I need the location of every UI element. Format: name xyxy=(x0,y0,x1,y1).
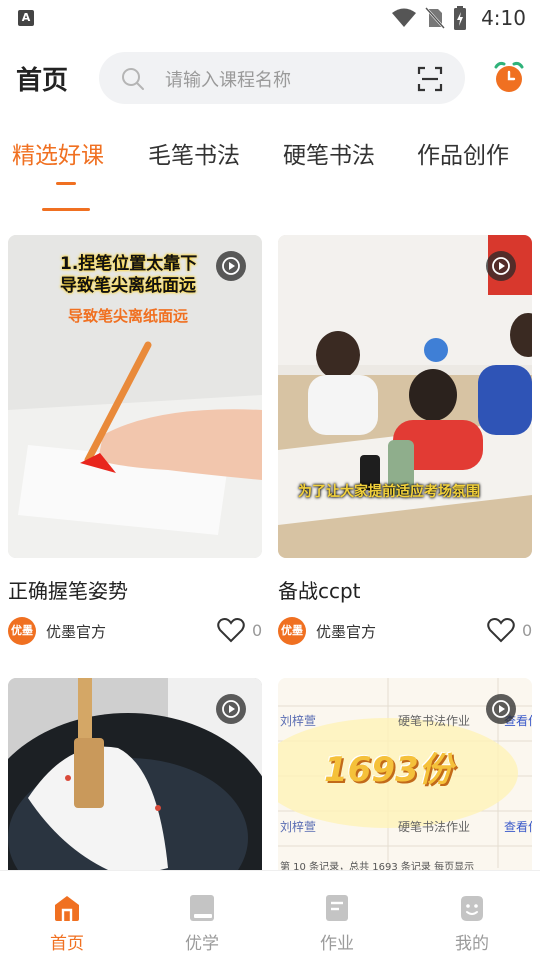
table-cell: 刘梓萱 xyxy=(280,820,317,834)
no-sim-icon xyxy=(425,7,446,29)
course-title[interactable]: 备战ccpt xyxy=(278,575,361,604)
video-play-icon xyxy=(486,694,516,724)
table-cell: 硬笔书法作业 xyxy=(398,820,471,834)
status-bar: A 4:10 xyxy=(0,0,540,36)
battery-icon xyxy=(454,6,467,30)
heart-icon[interactable] xyxy=(487,617,515,643)
header: 首页 请输入课程名称 xyxy=(0,50,540,106)
search-placeholder: 请输入课程名称 xyxy=(165,70,291,91)
course-card[interactable] xyxy=(8,678,262,870)
wifi-icon xyxy=(392,8,417,27)
nav-homework[interactable]: 作业 xyxy=(297,893,377,954)
table-cell: 查看作 xyxy=(504,820,532,834)
caption-line: 导致笔尖离纸面远 xyxy=(68,307,189,325)
course-card[interactable]: 1.捏笔位置太靠下 导致笔尖离纸面远 导致笔尖离纸面远 正确握笔姿势 优墨 优墨… xyxy=(8,235,262,645)
search-icon xyxy=(122,68,144,90)
avatar[interactable]: 优墨 xyxy=(278,617,306,645)
avatar[interactable]: 优墨 xyxy=(8,617,36,645)
nav-home[interactable]: 首页 xyxy=(27,893,107,954)
notification-icon: A xyxy=(18,10,34,26)
tab-pen-calligraphy[interactable]: 硬笔书法 xyxy=(283,136,375,170)
status-icons: 4:10 xyxy=(391,6,526,30)
nav-label: 作业 xyxy=(320,934,354,954)
homework-icon xyxy=(326,895,348,921)
profile-icon xyxy=(461,896,483,921)
course-card[interactable]: 刘梓萱 硬笔书法作业 查看作 刘梓萱 硬笔书法作业 查看作 1693份 第 10… xyxy=(278,678,532,870)
caption-line: 为了让大家提前适应考场氛围 xyxy=(298,484,480,500)
tab-active-dash xyxy=(56,182,76,185)
course-title[interactable]: 正确握笔姿势 xyxy=(8,575,128,604)
course-card[interactable]: 为了让大家提前适应考场氛围 备战ccpt 优墨 优墨官方 0 xyxy=(278,235,532,645)
nav-label: 优学 xyxy=(185,934,219,954)
category-tabs: 精选好课 毛笔书法 硬笔书法 作品创作 xyxy=(0,130,540,220)
course-thumbnail[interactable]: 为了让大家提前适应考场氛围 xyxy=(278,235,532,558)
page-title: 首页 xyxy=(16,66,69,96)
table-cell: 硬笔书法作业 xyxy=(398,714,471,728)
scan-icon[interactable] xyxy=(417,66,443,92)
video-play-icon xyxy=(216,694,246,724)
home-icon xyxy=(55,896,79,921)
table-cell: 刘梓萱 xyxy=(280,714,317,728)
book-icon xyxy=(190,895,214,921)
author-row: 优墨 优墨官方 0 xyxy=(8,617,262,647)
heart-icon[interactable] xyxy=(217,617,245,643)
tab-brush-calligraphy[interactable]: 毛笔书法 xyxy=(148,136,240,170)
tab-featured[interactable]: 精选好课 xyxy=(12,136,104,170)
search-input[interactable]: 请输入课程名称 xyxy=(99,52,465,104)
video-play-icon xyxy=(486,251,516,281)
nav-profile[interactable]: 我的 xyxy=(432,893,512,954)
course-thumbnail[interactable] xyxy=(8,678,262,870)
caption-line: 导致笔尖离纸面远 xyxy=(60,276,196,296)
status-time: 4:10 xyxy=(481,6,526,30)
thumbnail-image xyxy=(278,235,532,558)
table-footer: 第 10 条记录，总共 1693 条记录 每页显示 xyxy=(280,862,475,870)
course-thumbnail[interactable]: 1.捏笔位置太靠下 导致笔尖离纸面远 导致笔尖离纸面远 xyxy=(8,235,262,558)
author-name[interactable]: 优墨官方 xyxy=(46,621,106,642)
video-play-icon xyxy=(216,251,246,281)
nav-label: 首页 xyxy=(50,934,84,954)
like-count: 0 xyxy=(522,621,533,640)
tab-active-indicator xyxy=(42,208,90,211)
author-row: 优墨 优墨官方 0 xyxy=(278,617,532,647)
like-count: 0 xyxy=(252,621,263,640)
tab-works-creation[interactable]: 作品创作 xyxy=(417,136,509,170)
count-headline: 1693份 xyxy=(324,750,453,790)
author-name[interactable]: 优墨官方 xyxy=(316,621,376,642)
bottom-nav: 首页 优学 作业 我的 xyxy=(0,870,540,960)
nav-label: 我的 xyxy=(455,934,489,954)
alarm-clock-icon[interactable] xyxy=(492,60,526,94)
course-thumbnail[interactable]: 刘梓萱 硬笔书法作业 查看作 刘梓萱 硬笔书法作业 查看作 1693份 第 10… xyxy=(278,678,532,870)
nav-learn[interactable]: 优学 xyxy=(162,893,242,954)
